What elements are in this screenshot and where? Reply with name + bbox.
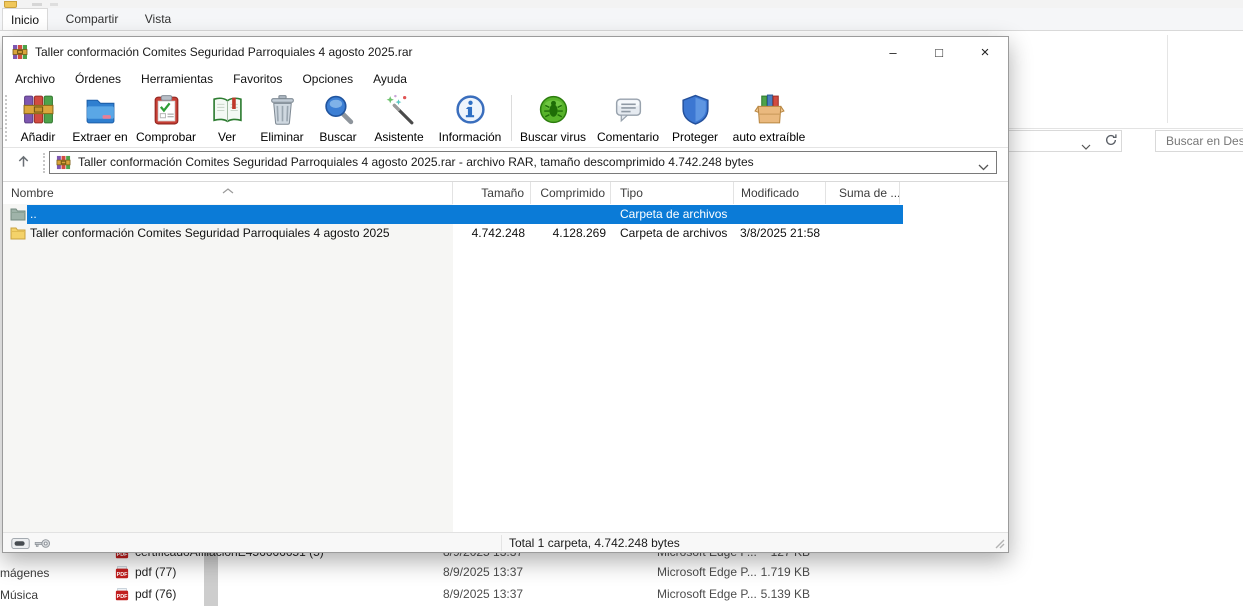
up-arrow-icon: [16, 154, 31, 172]
winrar-menubar: Archivo Órdenes Herramientas Favoritos O…: [5, 67, 417, 91]
winrar-titlebar[interactable]: Taller conformación Comites Seguridad Pa…: [3, 37, 1008, 67]
refresh-button[interactable]: [1100, 130, 1122, 152]
scan-virus-button[interactable]: Buscar virus: [514, 91, 592, 145]
archive-path-text: Taller conformación Comites Seguridad Pa…: [78, 155, 754, 169]
drive-icon: [11, 538, 30, 552]
list-row-folder[interactable]: Taller conformación Comites Seguridad Pa…: [3, 224, 1008, 243]
comment-bubble-icon: [612, 93, 645, 129]
winrar-toolbar: Añadir Extraer en Comprobar Ver: [9, 91, 812, 147]
column-header-comprimido[interactable]: Comprimido: [531, 182, 611, 204]
statusbar-divider: [501, 535, 502, 551]
menu-opciones[interactable]: Opciones: [292, 67, 363, 91]
test-button[interactable]: Comprobar: [133, 91, 199, 145]
folder-up-icon: [10, 207, 26, 221]
sfx-button[interactable]: auto extraíble: [726, 91, 812, 145]
menu-favoritos[interactable]: Favoritos: [223, 67, 292, 91]
column-header-tipo[interactable]: Tipo: [611, 182, 734, 204]
folder-icon: [10, 226, 26, 240]
clipboard-check-icon: [150, 93, 183, 129]
minimize-button[interactable]: –: [870, 37, 916, 67]
addressbar-gripper: [43, 153, 45, 173]
comment-button[interactable]: Comentario: [592, 91, 664, 145]
up-directory-button[interactable]: [11, 152, 35, 174]
magnifier-icon: [322, 93, 355, 129]
sort-ascending-icon: [222, 183, 234, 197]
maximize-button[interactable]: □: [916, 37, 962, 67]
resize-grip[interactable]: [994, 538, 1006, 550]
trash-icon: [266, 93, 299, 129]
archive-file-list: Nombre Tamaño Comprimido Tipo Modificado…: [3, 181, 1008, 534]
winrar-statusbar: Total 1 carpeta, 4.742.248 bytes: [3, 532, 1008, 552]
screen: Inicio Compartir Vista Buscar en Des mág…: [0, 0, 1243, 606]
sorted-column-tint: [3, 204, 453, 534]
toolbar-gripper: [5, 95, 7, 141]
status-total-text: Total 1 carpeta, 4.742.248 bytes: [509, 536, 680, 550]
tab-compartir[interactable]: Compartir: [58, 8, 126, 31]
chevron-down-icon[interactable]: [1081, 139, 1091, 153]
wizard-button[interactable]: Asistente: [367, 91, 431, 145]
delete-button[interactable]: Eliminar: [255, 91, 309, 145]
menu-ayuda[interactable]: Ayuda: [363, 67, 417, 91]
find-button[interactable]: Buscar: [309, 91, 367, 145]
refresh-icon: [1104, 133, 1118, 150]
extract-folder-icon: [84, 93, 117, 129]
toolbar-divider: [3, 147, 1008, 148]
column-header-suma[interactable]: Suma de ...: [826, 182, 900, 204]
extract-button[interactable]: Extraer en: [67, 91, 133, 145]
key-icon: [34, 538, 51, 552]
list-header: Nombre Tamaño Comprimido Tipo Modificado…: [3, 182, 1008, 204]
folder-icon: [4, 1, 17, 8]
pdf-icon: PDF: [115, 588, 129, 602]
selection-highlight: [27, 205, 903, 224]
info-button[interactable]: Información: [431, 91, 509, 145]
file-row[interactable]: PDF pdf (77) 8/9/2025 13:37 Microsoft Ed…: [0, 565, 1010, 581]
search-placeholder: Buscar en Des: [1166, 134, 1243, 148]
add-button[interactable]: Añadir: [9, 91, 67, 145]
sfx-box-icon: [753, 93, 786, 129]
tab-vista[interactable]: Vista: [132, 8, 184, 31]
view-button[interactable]: Ver: [199, 91, 255, 145]
column-header-modificado[interactable]: Modificado: [734, 182, 826, 204]
list-row-parent-dir[interactable]: .. Carpeta de archivos: [3, 205, 1008, 224]
close-button[interactable]: ×: [962, 37, 1008, 67]
menu-archivo[interactable]: Archivo: [5, 67, 65, 91]
magic-wand-icon: [383, 93, 416, 129]
search-input[interactable]: Buscar en Des: [1155, 130, 1243, 152]
window-title: Taller conformación Comites Seguridad Pa…: [35, 45, 413, 59]
menu-ordenes[interactable]: Órdenes: [65, 67, 131, 91]
quick-access-icon: [32, 3, 42, 6]
ribbon-group-separator: [1167, 35, 1168, 123]
protect-button[interactable]: Proteger: [664, 91, 726, 145]
chevron-down-icon[interactable]: [978, 160, 989, 174]
winrar-window: Taller conformación Comites Seguridad Pa…: [2, 36, 1009, 553]
archive-address-combobox[interactable]: Taller conformación Comites Seguridad Pa…: [49, 151, 997, 174]
explorer-ribbon-tabs: Inicio Compartir Vista: [0, 8, 1243, 31]
add-archive-icon: [22, 93, 55, 129]
column-header-tamano[interactable]: Tamaño: [453, 182, 531, 204]
open-book-icon: [211, 93, 244, 129]
info-icon: [454, 93, 487, 129]
menu-herramientas[interactable]: Herramientas: [131, 67, 223, 91]
explorer-titlebar-sliver: [0, 0, 1243, 8]
quick-access-icon: [50, 3, 58, 6]
tab-inicio[interactable]: Inicio: [2, 8, 48, 31]
pdf-icon: PDF: [115, 566, 129, 580]
rar-file-icon: [56, 155, 71, 170]
shield-icon: [679, 93, 712, 129]
winrar-app-icon: [12, 44, 28, 60]
svg-text:PDF: PDF: [117, 594, 129, 600]
file-row[interactable]: PDF pdf (76) 8/9/2025 13:37 Microsoft Ed…: [0, 587, 1010, 603]
svg-text:PDF: PDF: [117, 572, 129, 578]
virus-scan-icon: [537, 93, 570, 129]
toolbar-separator: [511, 95, 512, 141]
